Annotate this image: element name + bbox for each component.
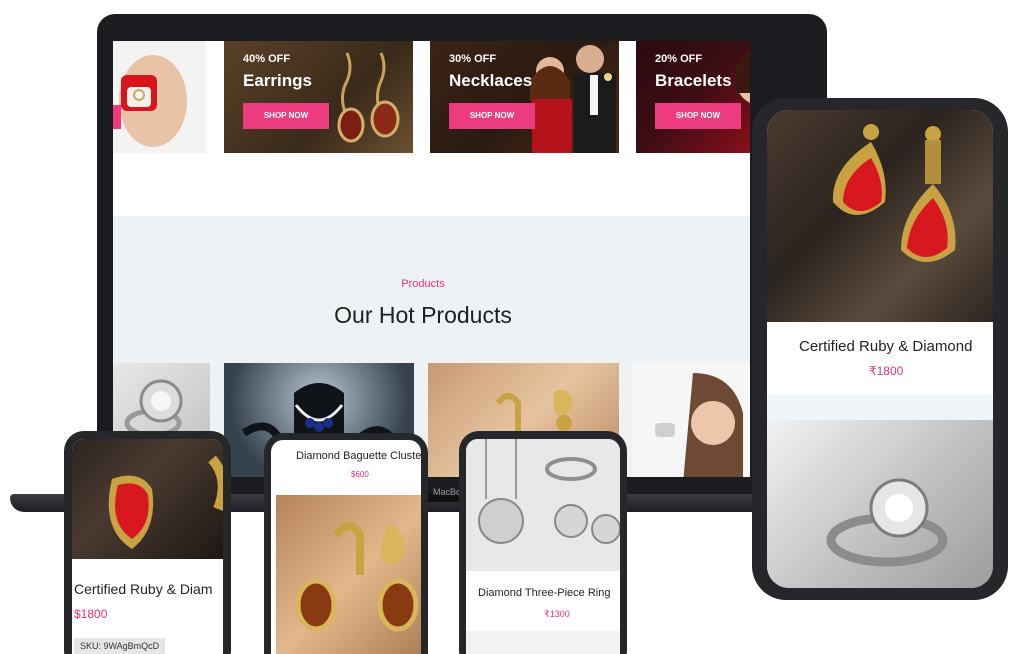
shop-now-button[interactable]: SHOP NOW [655,103,741,129]
section-eyebrow: Products [401,278,445,290]
ruby-earrings-image [767,110,993,322]
laptop-brand-label: MacBo [433,487,462,497]
banner-discount: 20% OFF [655,53,703,65]
shop-now-button[interactable]: SHOP NOW [449,103,535,129]
shop-now-button[interactable]: SHOP NOW [243,103,329,129]
diamond-ring-image [767,420,993,588]
product-price: $1800 [74,607,108,621]
banner-title: Bracelets [655,71,732,90]
banner-title: Necklaces [449,71,533,90]
diamond-set-image [466,439,620,571]
ruby-earrings-image [72,439,223,559]
ring-box-illustration [113,55,187,147]
ring-box-image [113,41,206,153]
product-price: ₹1800 [869,364,904,378]
phone-small-3: Diamond Three-Piece Ring ₹1300 [459,431,627,654]
product-name: Diamond Three-Piece Ring [478,587,611,599]
phone-small-2: Diamond Baguette Cluste $600 [264,433,428,654]
banner-necklaces: 30% OFF Necklaces SHOP NOW [430,41,619,153]
banner-title: Earrings [243,71,312,90]
product-price: $600 [351,470,369,479]
model-photo [736,50,750,103]
product-name: Certified Ruby & Diamond [799,338,973,355]
banner-discount: 30% OFF [449,53,497,65]
product-price: ₹1300 [544,609,570,619]
laptop-screen: 40% OFF Earrings SHOP NOW 30% OFF Neckla… [113,41,750,477]
product-tile-model[interactable] [633,363,750,477]
banner-earrings: 40% OFF Earrings SHOP NOW [224,41,413,153]
sku-badge: SKU: 9WAgBmQcD [74,638,166,654]
phone-screen: Certified Ruby & Diamond ₹1800 [767,110,993,588]
gold-earrings-image [276,495,421,654]
phone-screen: Diamond Three-Piece Ring ₹1300 [466,439,620,654]
couple-photo [530,45,616,153]
earrings-photo [337,52,400,143]
phone-screen: Certified Ruby & Diam $1800 SKU: 9WAgBmQ… [72,439,223,654]
phone-screen: Diamond Baguette Cluste $600 [271,440,421,654]
product-name: Certified Ruby & Diam [74,581,213,597]
product-name: Diamond Baguette Cluste [296,450,421,462]
section-gap [767,394,993,420]
phone-small-1: Certified Ruby & Diam $1800 SKU: 9WAgBmQ… [64,431,231,654]
model-bracelet-image [655,373,743,477]
banner-discount: 40% OFF [243,53,291,65]
phone-large: Certified Ruby & Diamond ₹1800 [752,98,1008,600]
section-title: Our Hot Products [334,302,512,328]
divider [466,631,620,654]
banner-bracelets: 20% OFF Bracelets SHOP NOW [636,41,750,153]
